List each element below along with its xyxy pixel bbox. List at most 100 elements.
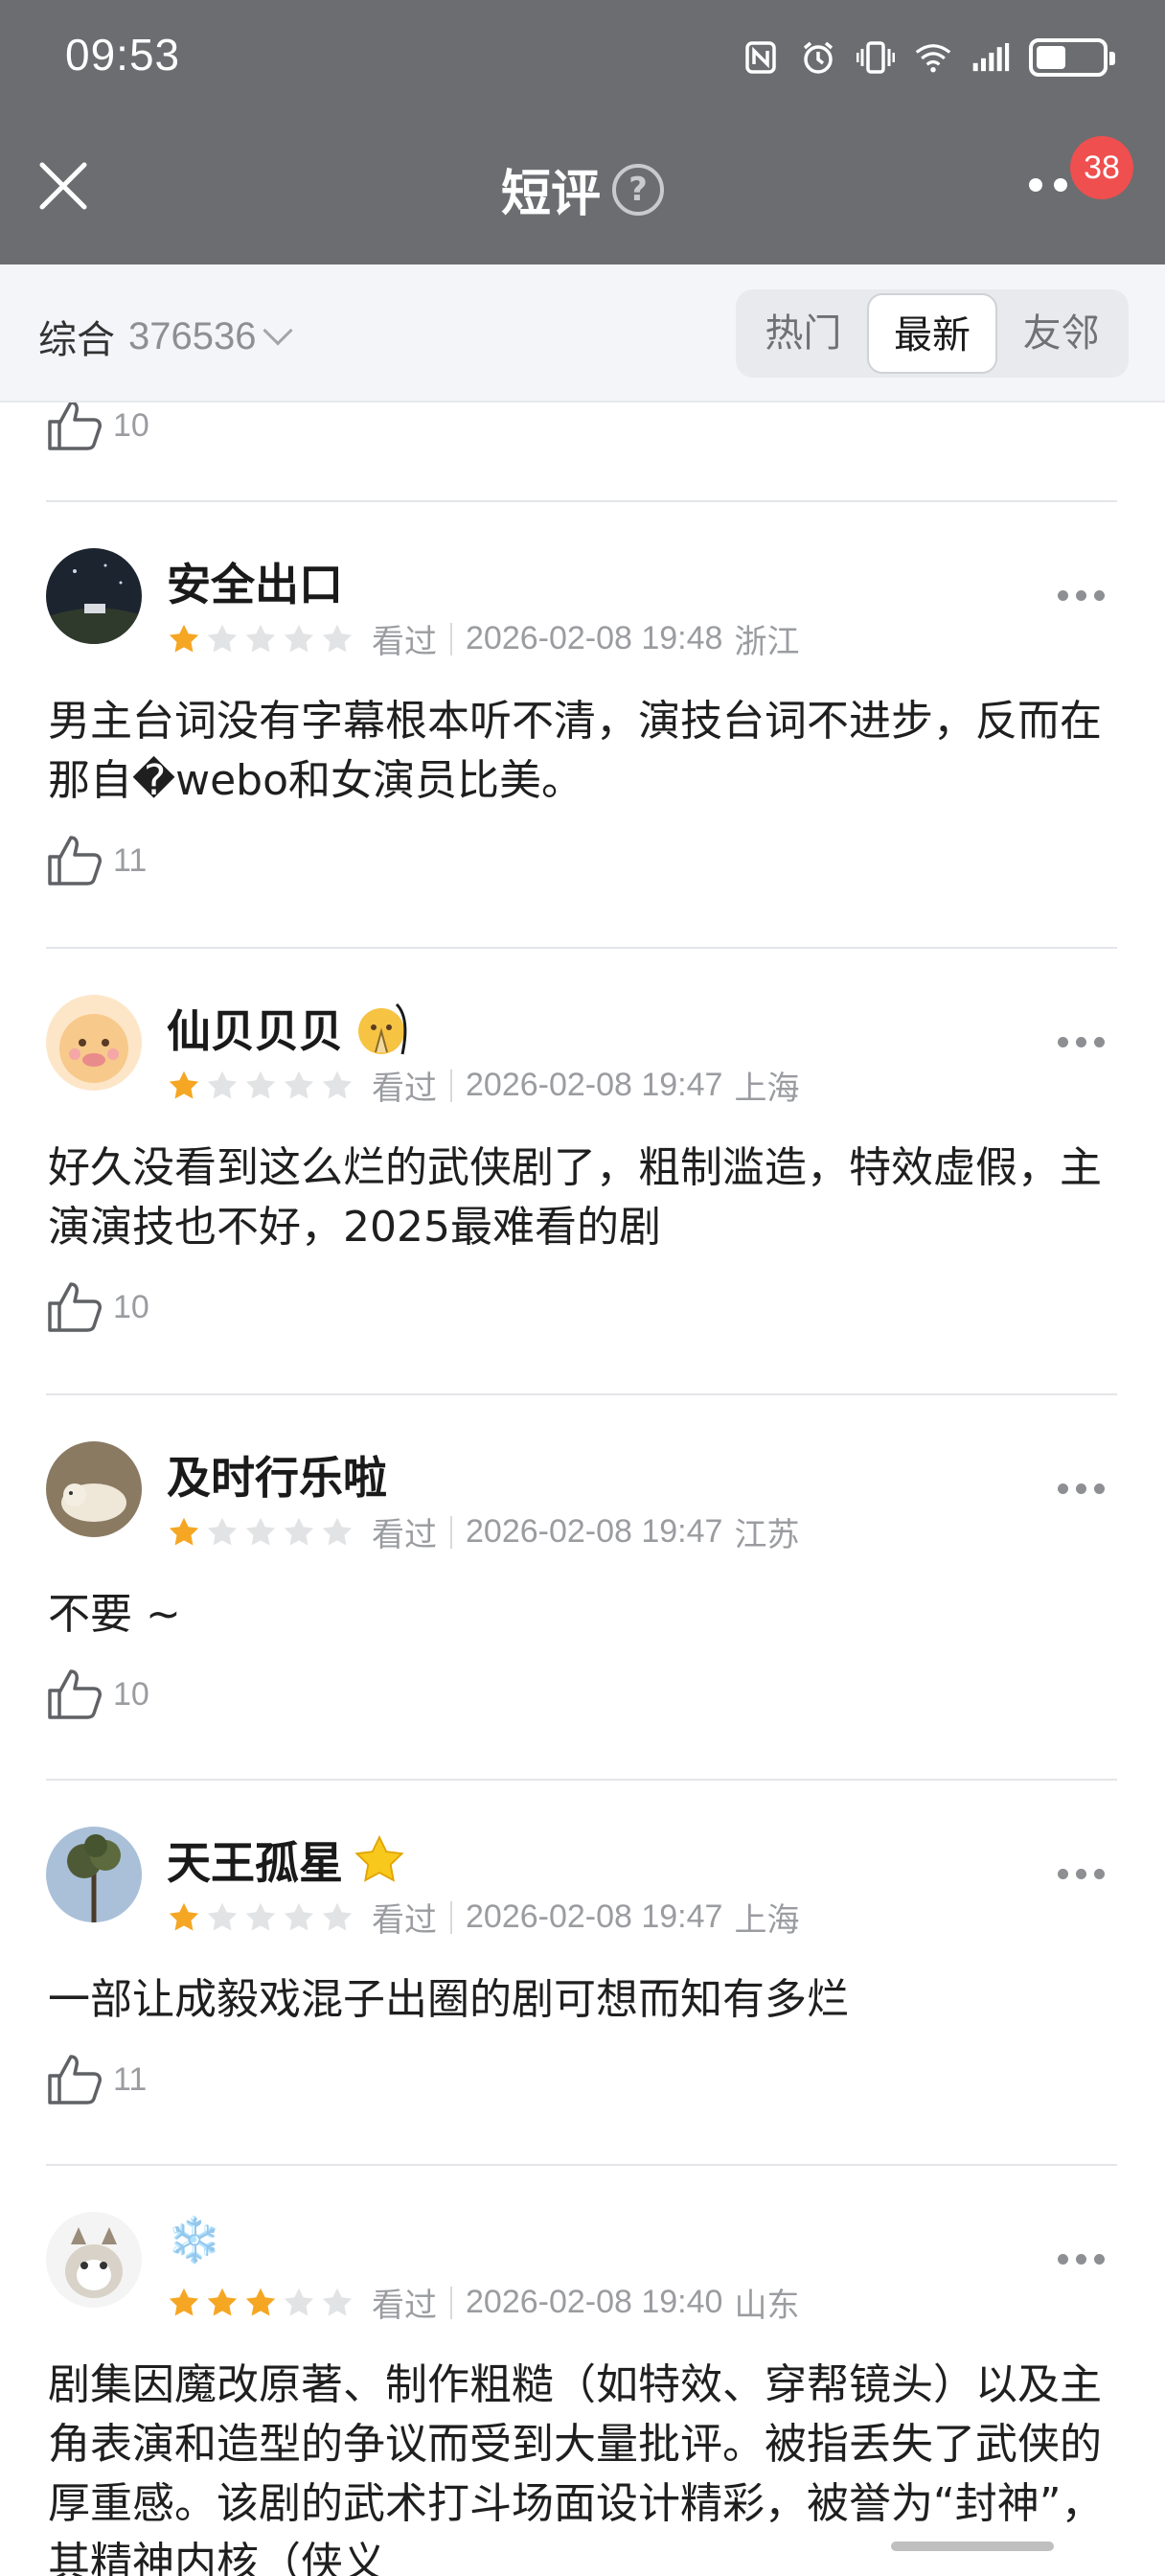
- star-filled-icon: [169, 624, 199, 652]
- star-emoji-icon: [354, 1835, 404, 1882]
- username-row[interactable]: 天王孤星: [167, 1828, 406, 1892]
- status-time: 09:53: [65, 30, 181, 80]
- star-empty-icon: [284, 1902, 314, 1930]
- pray-emoji-icon: [358, 1002, 407, 1055]
- star-empty-icon: [207, 1517, 238, 1545]
- like-button[interactable]: 11: [46, 2053, 147, 2106]
- divider: [46, 500, 1117, 502]
- avatar[interactable]: [46, 548, 142, 644]
- thumbs-up-icon: [48, 1282, 102, 1332]
- review-more-button[interactable]: [1058, 1037, 1105, 1047]
- thumbs-up-icon: [48, 2055, 102, 2104]
- like-count: 11: [113, 841, 148, 879]
- timestamp: 2026-02-08 19:47: [466, 1513, 723, 1550]
- like-count: 10: [113, 1288, 149, 1325]
- wifi-icon: [914, 38, 952, 77]
- sort-label: 综合: [38, 318, 115, 362]
- star-filled-icon: [169, 1070, 199, 1098]
- tab-latest[interactable]: 最新: [866, 293, 998, 374]
- location: 江苏: [734, 1516, 800, 1554]
- star-empty-icon: [284, 1517, 314, 1545]
- chevron-down-icon: [263, 315, 294, 346]
- help-icon[interactable]: ?: [612, 163, 664, 216]
- watch-status: 看过: [372, 2287, 437, 2325]
- username: 天王孤星: [167, 1837, 343, 1889]
- star-filled-icon: [245, 2288, 276, 2315]
- location: 浙江: [734, 623, 800, 661]
- like-count: 11: [113, 2060, 148, 2098]
- like-button[interactable]: 10: [46, 1668, 149, 1721]
- review-more-button[interactable]: [1058, 590, 1105, 601]
- sort-dropdown[interactable]: 综合 376536: [38, 309, 294, 364]
- username[interactable]: 及时行乐啦: [167, 1443, 387, 1506]
- tab-friends[interactable]: 友邻: [997, 293, 1125, 374]
- nfc-icon: [742, 38, 780, 77]
- star-empty-icon: [245, 1902, 276, 1930]
- star-empty-icon: [284, 1070, 314, 1098]
- page-title: 短评?: [0, 153, 1165, 225]
- review-meta: 看过 2026-02-08 19:47 上海: [167, 1894, 799, 1941]
- top-bar: 09:53 短评? 38: [0, 0, 1165, 264]
- avatar[interactable]: [46, 2212, 142, 2308]
- star-empty-icon: [207, 1902, 238, 1930]
- battery-icon: [1029, 38, 1115, 77]
- tab-group: 热门 最新 友邻: [736, 289, 1129, 378]
- username[interactable]: 安全出口: [167, 550, 343, 613]
- review-text: 男主台词没有字幕根本听不清，演技台词不进步，反而在那自�webo和女演员比美。: [48, 697, 1102, 805]
- star-filled-icon: [169, 2288, 199, 2315]
- username[interactable]: ❄️: [167, 2214, 221, 2266]
- username: 仙贝贝贝: [167, 1005, 343, 1057]
- star-empty-icon: [322, 1070, 353, 1098]
- watch-status: 看过: [372, 1070, 437, 1108]
- review-meta: 看过 2026-02-08 19:40 山东: [167, 2279, 799, 2326]
- avatar[interactable]: [46, 1441, 142, 1537]
- star-empty-icon: [322, 624, 353, 652]
- avatar[interactable]: [46, 995, 142, 1091]
- signal-icon: [971, 38, 1010, 77]
- divider: [46, 1393, 1117, 1395]
- star-empty-icon: [207, 624, 238, 652]
- like-button[interactable]: 10: [46, 402, 149, 450]
- star-empty-icon: [207, 1070, 238, 1098]
- star-filled-icon: [169, 1517, 199, 1545]
- timestamp: 2026-02-08 19:47: [466, 1898, 723, 1935]
- tab-hot[interactable]: 热门: [740, 293, 867, 374]
- divider: [46, 947, 1117, 949]
- star-filled-icon: [169, 1902, 199, 1930]
- review-text: 不要 ~: [48, 1590, 181, 1639]
- review-more-button[interactable]: [1058, 2254, 1105, 2265]
- page-title-text: 短评: [500, 166, 601, 223]
- location: 上海: [734, 1901, 800, 1940]
- home-indicator[interactable]: [891, 2542, 1054, 2551]
- vibrate-icon: [857, 38, 895, 77]
- review-meta: 看过 2026-02-08 19:47 江苏: [167, 1508, 799, 1555]
- star-empty-icon: [284, 624, 314, 652]
- review-count: 376536: [128, 314, 257, 357]
- star-empty-icon: [245, 624, 276, 652]
- review-meta: 看过 2026-02-08 19:48 浙江: [167, 615, 799, 662]
- like-count: 10: [113, 406, 149, 444]
- timestamp: 2026-02-08 19:40: [466, 2284, 723, 2320]
- timestamp: 2026-02-08 19:47: [466, 1067, 723, 1103]
- rating-stars: [167, 2286, 354, 2320]
- review-text: 好久没看到这么烂的武侠剧了，粗制滥造，特效虚假，主演演技也不好，2025最难看的…: [48, 1143, 1102, 1252]
- like-button[interactable]: 10: [46, 1280, 149, 1334]
- username-row[interactable]: 仙贝贝贝: [167, 997, 412, 1060]
- notification-badge: 38: [1070, 136, 1133, 199]
- more-menu-button[interactable]: [1029, 178, 1067, 192]
- divider: [46, 2164, 1117, 2166]
- rating-stars: [167, 622, 354, 656]
- review-more-button[interactable]: [1058, 1869, 1105, 1879]
- filter-bar: 综合 376536 热门 最新 友邻: [0, 264, 1165, 402]
- like-count: 10: [113, 1675, 149, 1713]
- location: 山东: [734, 2287, 800, 2325]
- like-button[interactable]: 11: [46, 834, 147, 887]
- star-filled-icon: [207, 2288, 238, 2315]
- status-icons: [742, 34, 1115, 80]
- watch-status: 看过: [372, 623, 437, 661]
- rating-stars: [167, 1069, 354, 1103]
- thumbs-up-icon: [48, 836, 102, 886]
- avatar[interactable]: [46, 1827, 142, 1922]
- review-more-button[interactable]: [1058, 1484, 1105, 1494]
- watch-status: 看过: [372, 1901, 437, 1940]
